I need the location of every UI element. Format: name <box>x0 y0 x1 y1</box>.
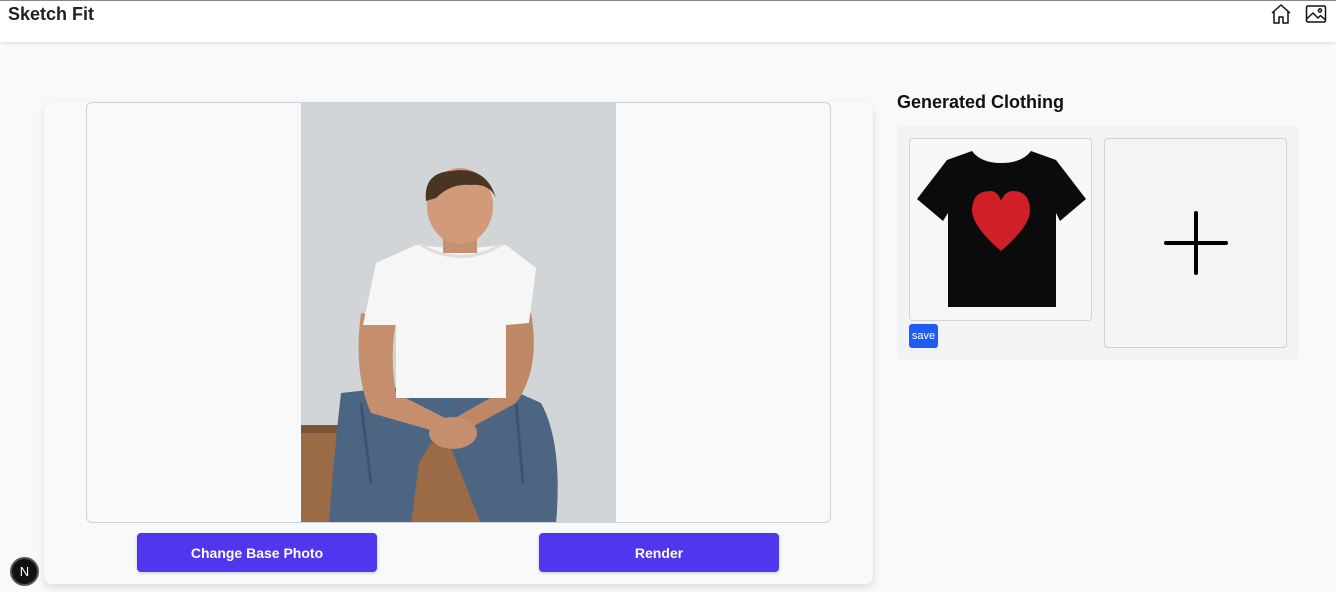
tshirt-image <box>910 139 1091 320</box>
base-photo <box>301 103 616 522</box>
app-title: Sketch Fit <box>8 4 95 24</box>
home-icon[interactable] <box>1269 2 1293 26</box>
dev-tools-badge[interactable]: N <box>10 557 39 586</box>
model-illustration <box>301 103 616 522</box>
image-gallery-icon[interactable] <box>1304 2 1328 26</box>
generated-clothing-panel: save <box>897 126 1299 360</box>
top-bar: Sketch Fit <box>0 0 1336 42</box>
render-button[interactable]: Render <box>539 533 779 572</box>
change-base-photo-button[interactable]: Change Base Photo <box>137 533 377 572</box>
generated-clothing-title: Generated Clothing <box>897 92 1065 112</box>
add-clothing-tile[interactable] <box>1104 138 1287 348</box>
plus-icon <box>1163 211 1228 275</box>
editor-card: Change Base Photo Render <box>44 102 873 584</box>
clothing-item-thumbnail[interactable] <box>909 138 1092 321</box>
base-photo-frame <box>86 102 831 523</box>
save-button[interactable]: save <box>909 324 938 348</box>
